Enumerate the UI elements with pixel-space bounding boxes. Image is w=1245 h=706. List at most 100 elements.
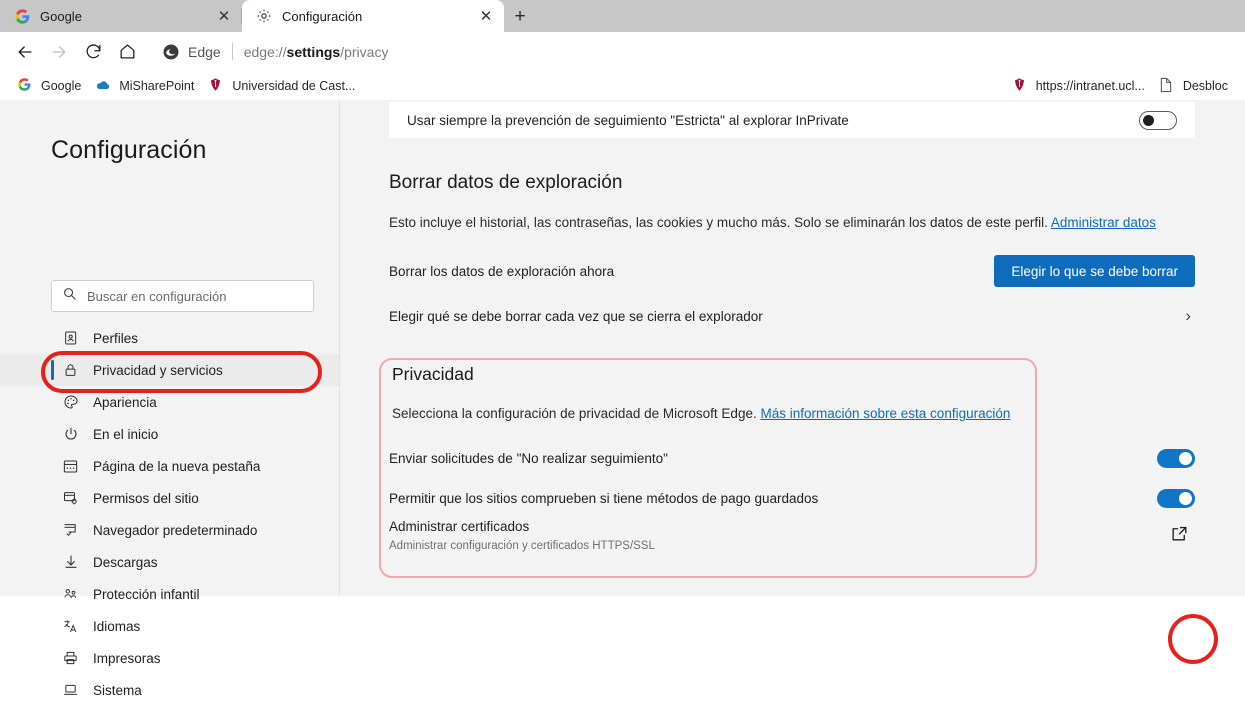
- chevron-right-icon[interactable]: ›: [1185, 306, 1195, 326]
- back-button[interactable]: [8, 36, 42, 68]
- tab-label: Google: [40, 8, 82, 24]
- bookmark-desbloq[interactable]: Desbloc: [1152, 75, 1235, 96]
- privacy-learn-more-link[interactable]: Más información sobre esta configuración: [760, 406, 1010, 421]
- sidebar-item-sistema[interactable]: Sistema: [0, 674, 339, 706]
- manage-certificates-label: Administrar certificados: [389, 519, 530, 534]
- uclm-icon: [1012, 77, 1029, 94]
- lock-icon: [62, 362, 79, 379]
- sidebar-item-label: Página de la nueva pestaña: [93, 458, 261, 474]
- manage-certificates-row[interactable]: Administrar certificados Administrar con…: [389, 518, 1195, 552]
- new-tab-button[interactable]: +: [504, 2, 536, 32]
- inprivate-strict-toggle[interactable]: [1139, 110, 1177, 130]
- privacy-heading: Privacidad: [392, 364, 474, 384]
- uclm-icon: [208, 77, 225, 94]
- do-not-track-label: Enviar solicitudes de "No realizar segui…: [389, 450, 668, 466]
- bookmarks-bar: Google MiSharePoint Universidad de Cast.…: [0, 71, 1245, 100]
- sidebar-item-perfiles[interactable]: Perfiles: [0, 322, 339, 354]
- sidebar-item-impresoras[interactable]: Impresoras: [0, 642, 339, 674]
- sidebar-item-label: Descargas: [93, 554, 158, 570]
- sidebar-item-label: Privacidad y servicios: [93, 362, 223, 378]
- url-suffix: /privacy: [340, 43, 389, 60]
- settings-sidebar: Configuración Buscar en configuración Pe…: [0, 100, 340, 698]
- sidebar-item-label: Permisos del sitio: [93, 490, 199, 506]
- bookmark-google[interactable]: Google: [10, 75, 88, 96]
- download-icon: [62, 554, 79, 571]
- choose-what-to-clear-button[interactable]: Elegir lo que se debe borrar: [994, 255, 1195, 287]
- tab-label: Configuración: [282, 8, 363, 24]
- sidebar-item-pagina-nueva-pestana[interactable]: Página de la nueva pestaña: [0, 450, 339, 482]
- settings-nav-list: Perfiles Privacidad y servicios Aparienc…: [0, 322, 339, 706]
- toggle-knob: [1179, 451, 1192, 465]
- sidebar-item-label: En el inicio: [93, 426, 159, 442]
- sidebar-item-idiomas[interactable]: Idiomas: [0, 610, 339, 642]
- sidebar-item-privacidad-y-servicios[interactable]: Privacidad y servicios: [0, 354, 339, 386]
- manage-certificates-text-block: Administrar certificados Administrar con…: [389, 518, 655, 552]
- sidebar-item-apariencia[interactable]: Apariencia: [0, 386, 339, 418]
- inprivate-strict-row: Usar siempre la prevención de seguimient…: [389, 102, 1195, 138]
- sidebar-item-label: Navegador predeterminado: [93, 522, 258, 538]
- search-placeholder: Buscar en configuración: [87, 288, 227, 304]
- browser-toolbar: Edge edge://settings/privacy: [0, 32, 1245, 71]
- home-button[interactable]: [110, 36, 144, 68]
- forward-button[interactable]: [42, 36, 76, 68]
- external-link-icon[interactable]: [1163, 518, 1195, 548]
- clear-now-label: Borrar los datos de exploración ahora: [389, 263, 615, 279]
- do-not-track-toggle[interactable]: [1157, 448, 1195, 468]
- close-icon[interactable]: ✕: [477, 7, 495, 25]
- url-prefix: edge://: [243, 43, 287, 60]
- bookmark-label: Universidad de Cast...: [232, 78, 356, 93]
- page-title: Configuración: [51, 136, 207, 164]
- settings-content: Usar siempre la prevención de seguimient…: [341, 100, 1245, 596]
- sidebar-item-label: Perfiles: [93, 330, 139, 346]
- bookmark-label: https://intranet.ucl...: [1035, 78, 1145, 93]
- url-bold-segment: settings: [286, 43, 341, 60]
- clear-browsing-data-description: Esto incluye el historial, las contraseñ…: [389, 215, 1156, 230]
- omnibox-url: edge://settings/privacy: [244, 44, 389, 60]
- sidebar-item-descargas[interactable]: Descargas: [0, 546, 339, 578]
- cloud-icon: [95, 77, 112, 94]
- language-icon: [62, 618, 79, 635]
- system-icon: [62, 682, 79, 699]
- privacy-description-text: Selecciona la configuración de privacida…: [392, 406, 757, 421]
- sidebar-item-en-el-inicio[interactable]: En el inicio: [0, 418, 339, 450]
- power-icon: [62, 426, 79, 443]
- bookmark-universidad[interactable]: Universidad de Cast...: [201, 75, 362, 96]
- close-icon[interactable]: ✕: [215, 7, 233, 25]
- sidebar-item-label: Idiomas: [93, 618, 141, 634]
- settings-page: Configuración Buscar en configuración Pe…: [0, 100, 1245, 698]
- manage-certificates-sublabel: Administrar configuración y certificados…: [389, 540, 655, 552]
- do-not-track-row: Enviar solicitudes de "No realizar segui…: [389, 441, 1195, 475]
- toggle-knob: [1179, 491, 1192, 505]
- clear-now-row: Borrar los datos de exploración ahora El…: [389, 253, 1195, 289]
- clear-browsing-data-heading: Borrar datos de exploración: [389, 172, 623, 193]
- search-icon: [62, 286, 77, 306]
- newtab-icon: [62, 458, 79, 475]
- payment-methods-row: Permitir que los sitios comprueben si ti…: [389, 481, 1195, 515]
- bookmark-label: Desbloc: [1182, 78, 1228, 93]
- site-permissions-icon: [62, 490, 79, 507]
- sidebar-item-proteccion-infantil[interactable]: Protección infantil: [0, 578, 339, 610]
- omnibox-divider: [231, 43, 233, 60]
- annotation-circle-external-link: [1168, 614, 1218, 664]
- clear-on-close-label: Elegir qué se debe borrar cada vez que s…: [389, 308, 763, 324]
- browser-tab-google[interactable]: Google ✕: [0, 0, 242, 32]
- palette-icon: [62, 394, 79, 411]
- family-icon: [62, 586, 79, 603]
- bookmark-misharepoint[interactable]: MiSharePoint: [88, 75, 201, 96]
- manage-data-link[interactable]: Administrar datos: [1051, 215, 1156, 230]
- search-input[interactable]: Buscar en configuración: [51, 280, 314, 312]
- sidebar-item-permisos-del-sitio[interactable]: Permisos del sitio: [0, 482, 339, 514]
- browser-tab-configuracion[interactable]: Configuración ✕: [242, 0, 504, 32]
- reload-button[interactable]: [76, 36, 110, 68]
- address-bar[interactable]: Edge edge://settings/privacy: [152, 36, 1237, 67]
- file-icon: [1159, 77, 1176, 94]
- gear-icon: [256, 8, 273, 25]
- clear-on-close-row[interactable]: Elegir qué se debe borrar cada vez que s…: [389, 298, 1195, 334]
- sidebar-item-navegador-predeterminado[interactable]: Navegador predeterminado: [0, 514, 339, 546]
- payment-methods-toggle[interactable]: [1157, 488, 1195, 508]
- toggle-knob: [1143, 114, 1154, 126]
- tab-strip: Google ✕ Configuración ✕ +: [0, 0, 1245, 32]
- bookmark-intranet[interactable]: https://intranet.ucl...: [1005, 75, 1152, 96]
- default-browser-icon: [62, 522, 79, 539]
- omnibox-brand-label: Edge: [188, 43, 221, 60]
